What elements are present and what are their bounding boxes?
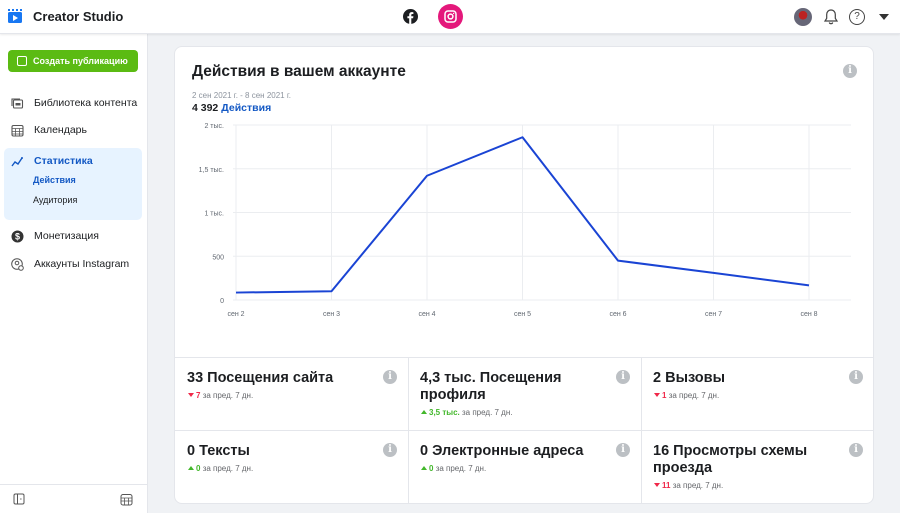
sidebar-item-insights[interactable]: Статистика (4, 148, 142, 174)
info-icon[interactable]: i (843, 64, 857, 78)
monetization-icon: $ (11, 230, 24, 243)
svg-text:$: $ (15, 231, 20, 241)
up-arrow-icon (188, 466, 194, 470)
compose-icon (17, 56, 27, 66)
info-icon[interactable]: i (849, 443, 863, 457)
app-title: Creator Studio (33, 9, 124, 24)
sidebar-item-label: Монетизация (34, 230, 99, 242)
sidebar-group-insights: Статистика Действия Аудитория (4, 148, 142, 220)
x-tick-label: сен 8 (800, 311, 817, 318)
help-icon[interactable]: ? (849, 9, 865, 25)
sidebar-subitem-audience[interactable]: Аудитория (33, 195, 77, 205)
content-library-icon (11, 97, 24, 110)
metric-title: 2 Вызовы (653, 370, 725, 386)
card-title: Действия в вашем аккаунте (192, 63, 406, 80)
x-tick-label: сен 6 (609, 311, 626, 318)
info-icon[interactable]: i (849, 370, 863, 384)
facebook-icon[interactable] (403, 9, 418, 24)
metric-emails: 0 Электронные адреса i 0 за пред. 7 дн. (408, 430, 641, 503)
collapse-sidebar-icon[interactable] (13, 493, 25, 505)
creator-studio-logo-icon (8, 9, 22, 23)
metric-delta: 11 за пред. 7 дн. (654, 481, 723, 490)
metric-directions-views: 16 Просмотры схемы проезда i 11 за пред.… (641, 430, 874, 503)
x-tick-label: сен 4 (418, 311, 435, 318)
divider (641, 357, 642, 503)
x-tick-label: сен 3 (323, 311, 340, 318)
down-arrow-icon (654, 483, 660, 487)
x-tick-label: сен 7 (705, 311, 722, 318)
metric-title: 0 Электронные адреса (420, 443, 584, 459)
date-range: 2 сен 2021 г. - 8 сен 2021 г. (192, 91, 291, 100)
sidebar-item-monetization[interactable]: $ Монетизация (4, 223, 142, 249)
sidebar-item-calendar[interactable]: Календарь (4, 117, 142, 143)
insights-icon (11, 155, 24, 168)
sidebar-item-label: Статистика (34, 155, 93, 167)
up-arrow-icon (421, 410, 427, 414)
y-tick-label: 1 тыс. (204, 211, 224, 218)
instagram-tab-button[interactable] (438, 4, 463, 29)
metric-texts: 0 Тексты i 0 за пред. 7 дн. (175, 430, 408, 503)
calendar-shortcut-icon[interactable] (120, 493, 133, 506)
down-arrow-icon (654, 393, 660, 397)
total-value: 4 392 (192, 102, 219, 114)
metric-title: 4,3 тыс. Посещения профиля (420, 370, 562, 403)
metric-delta: 1 за пред. 7 дн. (654, 391, 719, 400)
actions-line-chart: 0 500 1 тыс. 1,5 тыс. 2 тыс. сен 2 сен 3 сен 4 с… (199, 123, 851, 318)
account-menu-caret-icon[interactable] (879, 14, 889, 20)
metric-calls: 2 Вызовы i 1 за пред. 7 дн. (641, 357, 874, 430)
metric-website-visits: 33 Посещения сайта i 7 за пред. 7 дн. (175, 357, 408, 430)
instagram-icon (444, 10, 457, 23)
sidebar-item-instagram-accounts[interactable]: Аккаунты Instagram (4, 251, 142, 277)
down-arrow-icon (188, 393, 194, 397)
y-tick-label: 1,5 тыс. (199, 167, 224, 174)
notifications-bell-icon[interactable] (822, 8, 840, 26)
sidebar: Создать публикацию Библиотека контента К… (0, 34, 148, 513)
sidebar-item-content-library[interactable]: Библиотека контента (4, 90, 142, 116)
instagram-accounts-icon (11, 257, 24, 271)
create-post-label: Создать публикацию (33, 56, 128, 66)
metric-delta: 7 за пред. 7 дн. (188, 391, 253, 400)
metric-title: 16 Просмотры схемы проезда (653, 443, 808, 476)
metric-title: 0 Тексты (187, 443, 250, 459)
sidebar-subitem-actions[interactable]: Действия (33, 175, 76, 185)
y-tick-label: 0 (220, 298, 224, 305)
x-tick-label: сен 2 (227, 311, 244, 318)
metric-delta: 3,5 тыс. за пред. 7 дн. (421, 408, 513, 417)
metric-delta: 0 за пред. 7 дн. (188, 464, 253, 473)
sidebar-item-label: Календарь (34, 124, 87, 136)
info-icon[interactable]: i (616, 370, 630, 384)
info-icon[interactable]: i (616, 443, 630, 457)
create-post-button[interactable]: Создать публикацию (8, 50, 138, 72)
sidebar-item-label: Библиотека контента (34, 97, 138, 109)
info-icon[interactable]: i (383, 443, 397, 457)
divider (408, 357, 409, 503)
metric-profile-visits: 4,3 тыс. Посещения профиля i 3,5 тыс. за… (408, 357, 641, 430)
y-tick-label: 500 (212, 254, 224, 261)
metric-delta: 0 за пред. 7 дн. (421, 464, 486, 473)
metric-title: 33 Посещения сайта (187, 370, 334, 386)
info-icon[interactable]: i (383, 370, 397, 384)
avatar[interactable] (794, 8, 812, 26)
y-tick-label: 2 тыс. (204, 123, 224, 130)
up-arrow-icon (421, 466, 427, 470)
sidebar-item-label: Аккаунты Instagram (34, 258, 130, 270)
account-actions-card: Действия в вашем аккаунте i 2 сен 2021 г… (174, 46, 874, 504)
x-tick-label: сен 5 (514, 311, 531, 318)
total-label: Действия (221, 102, 272, 114)
top-bar: Creator Studio ? (0, 0, 900, 34)
total-actions: 4 392 Действия (192, 102, 271, 114)
calendar-icon (11, 124, 24, 137)
sidebar-footer (0, 484, 147, 513)
